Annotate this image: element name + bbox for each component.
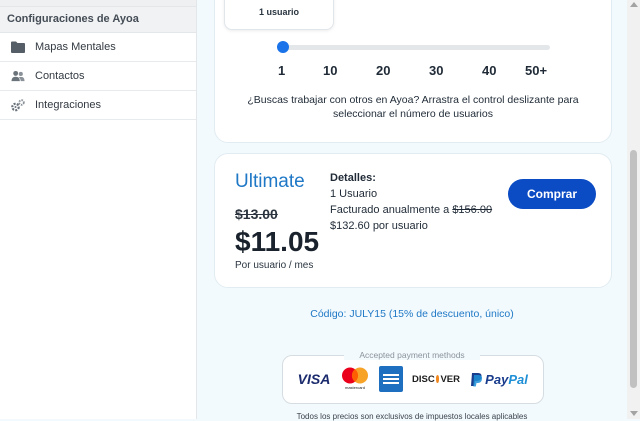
sidebar-item-label: Mapas Mentales [35,41,116,53]
scroll-down-icon[interactable] [630,411,638,416]
tax-disclaimer: Todos los precios son exclusivos de impu… [296,412,528,421]
user-slider-handle[interactable] [277,41,289,53]
sidebar-item-label: Contactos [35,70,85,82]
old-price: $13.00 [235,206,278,222]
sidebar-item-contacts[interactable]: Contactos [0,62,196,91]
user-slider-track[interactable] [282,45,550,50]
details-heading: Detalles: [330,172,376,184]
plan-name: Ultimate [235,171,305,192]
slider-hint-line1: ¿Buscas trabajar con otros en Ayoa? Arra… [247,94,579,106]
sidebar-section-title: Configuraciones de Ayoa [0,7,196,33]
sidebar-item-mind-maps[interactable]: Mapas Mentales [0,33,196,62]
user-count-card: 1 usuario 1 10 20 30 40 50+ ¿Buscas trab… [214,0,612,143]
details-billed-old-amount: $156.00 [452,204,493,216]
discover-logo-text-b: VER [440,373,460,385]
paypal-logo: Pay Pal [467,366,531,392]
details-billed-text: Facturado anualmente a [330,204,450,216]
details-users: 1 Usuario [330,188,378,200]
mastercard-logo: mastercard [340,366,370,392]
plan-card: Ultimate $13.00 $11.05 Por usuario / mes… [214,153,612,288]
slider-hint-line2: seleccionar el número de usuarios [333,108,493,120]
contacts-icon [11,69,25,83]
slider-tooltip-text: 1 usuario [258,7,299,17]
promo-code: Código: JULY15 (15% de descuento, único) [310,308,514,320]
paypal-logo-text-b: Pal [508,371,528,387]
current-price: $11.05 [235,226,320,257]
sidebar: Configuraciones de Ayoa Mapas Mentales C… [0,0,197,419]
discover-logo-text-a: DISC [412,373,435,385]
amex-logo [379,366,403,392]
gears-icon [11,98,25,112]
slider-tick: 50+ [525,63,548,78]
mastercard-logo-text: mastercard [344,385,365,390]
slider-tick: 20 [376,63,391,78]
slider-tick: 40 [482,63,497,78]
slider-tick: 1 [278,63,286,78]
slider-tooltip: 1 usuario [224,0,334,30]
scroll-up-icon[interactable] [630,2,638,7]
discover-logo: DISC VER [412,366,460,392]
slider-tick: 10 [323,63,338,78]
details-billed: Facturado anualmente a $156.00 [330,204,492,216]
folder-icon [11,40,25,54]
slider-hint: ¿Buscas trabajar con otros en Ayoa? Arra… [235,93,591,121]
price-period: Por usuario / mes [235,260,314,271]
scrollbar-thumb[interactable] [630,150,637,388]
discover-dot-icon [435,375,440,383]
vertical-scrollbar[interactable] [627,0,640,419]
pricing-panel: 1 usuario 1 10 20 30 40 50+ ¿Buscas trab… [197,0,627,421]
paypal-logo-text-a: Pay [485,371,509,387]
visa-logo: VISA [297,371,331,387]
payment-methods-label: Accepted payment methods [344,350,480,360]
details-per-user: $132.60 por usuario [330,220,428,232]
buy-button[interactable]: Comprar [508,179,596,209]
sidebar-top-strip [0,0,196,7]
sidebar-item-integrations[interactable]: Integraciones [0,91,196,120]
sidebar-item-label: Integraciones [35,99,102,111]
slider-tick: 30 [429,63,444,78]
